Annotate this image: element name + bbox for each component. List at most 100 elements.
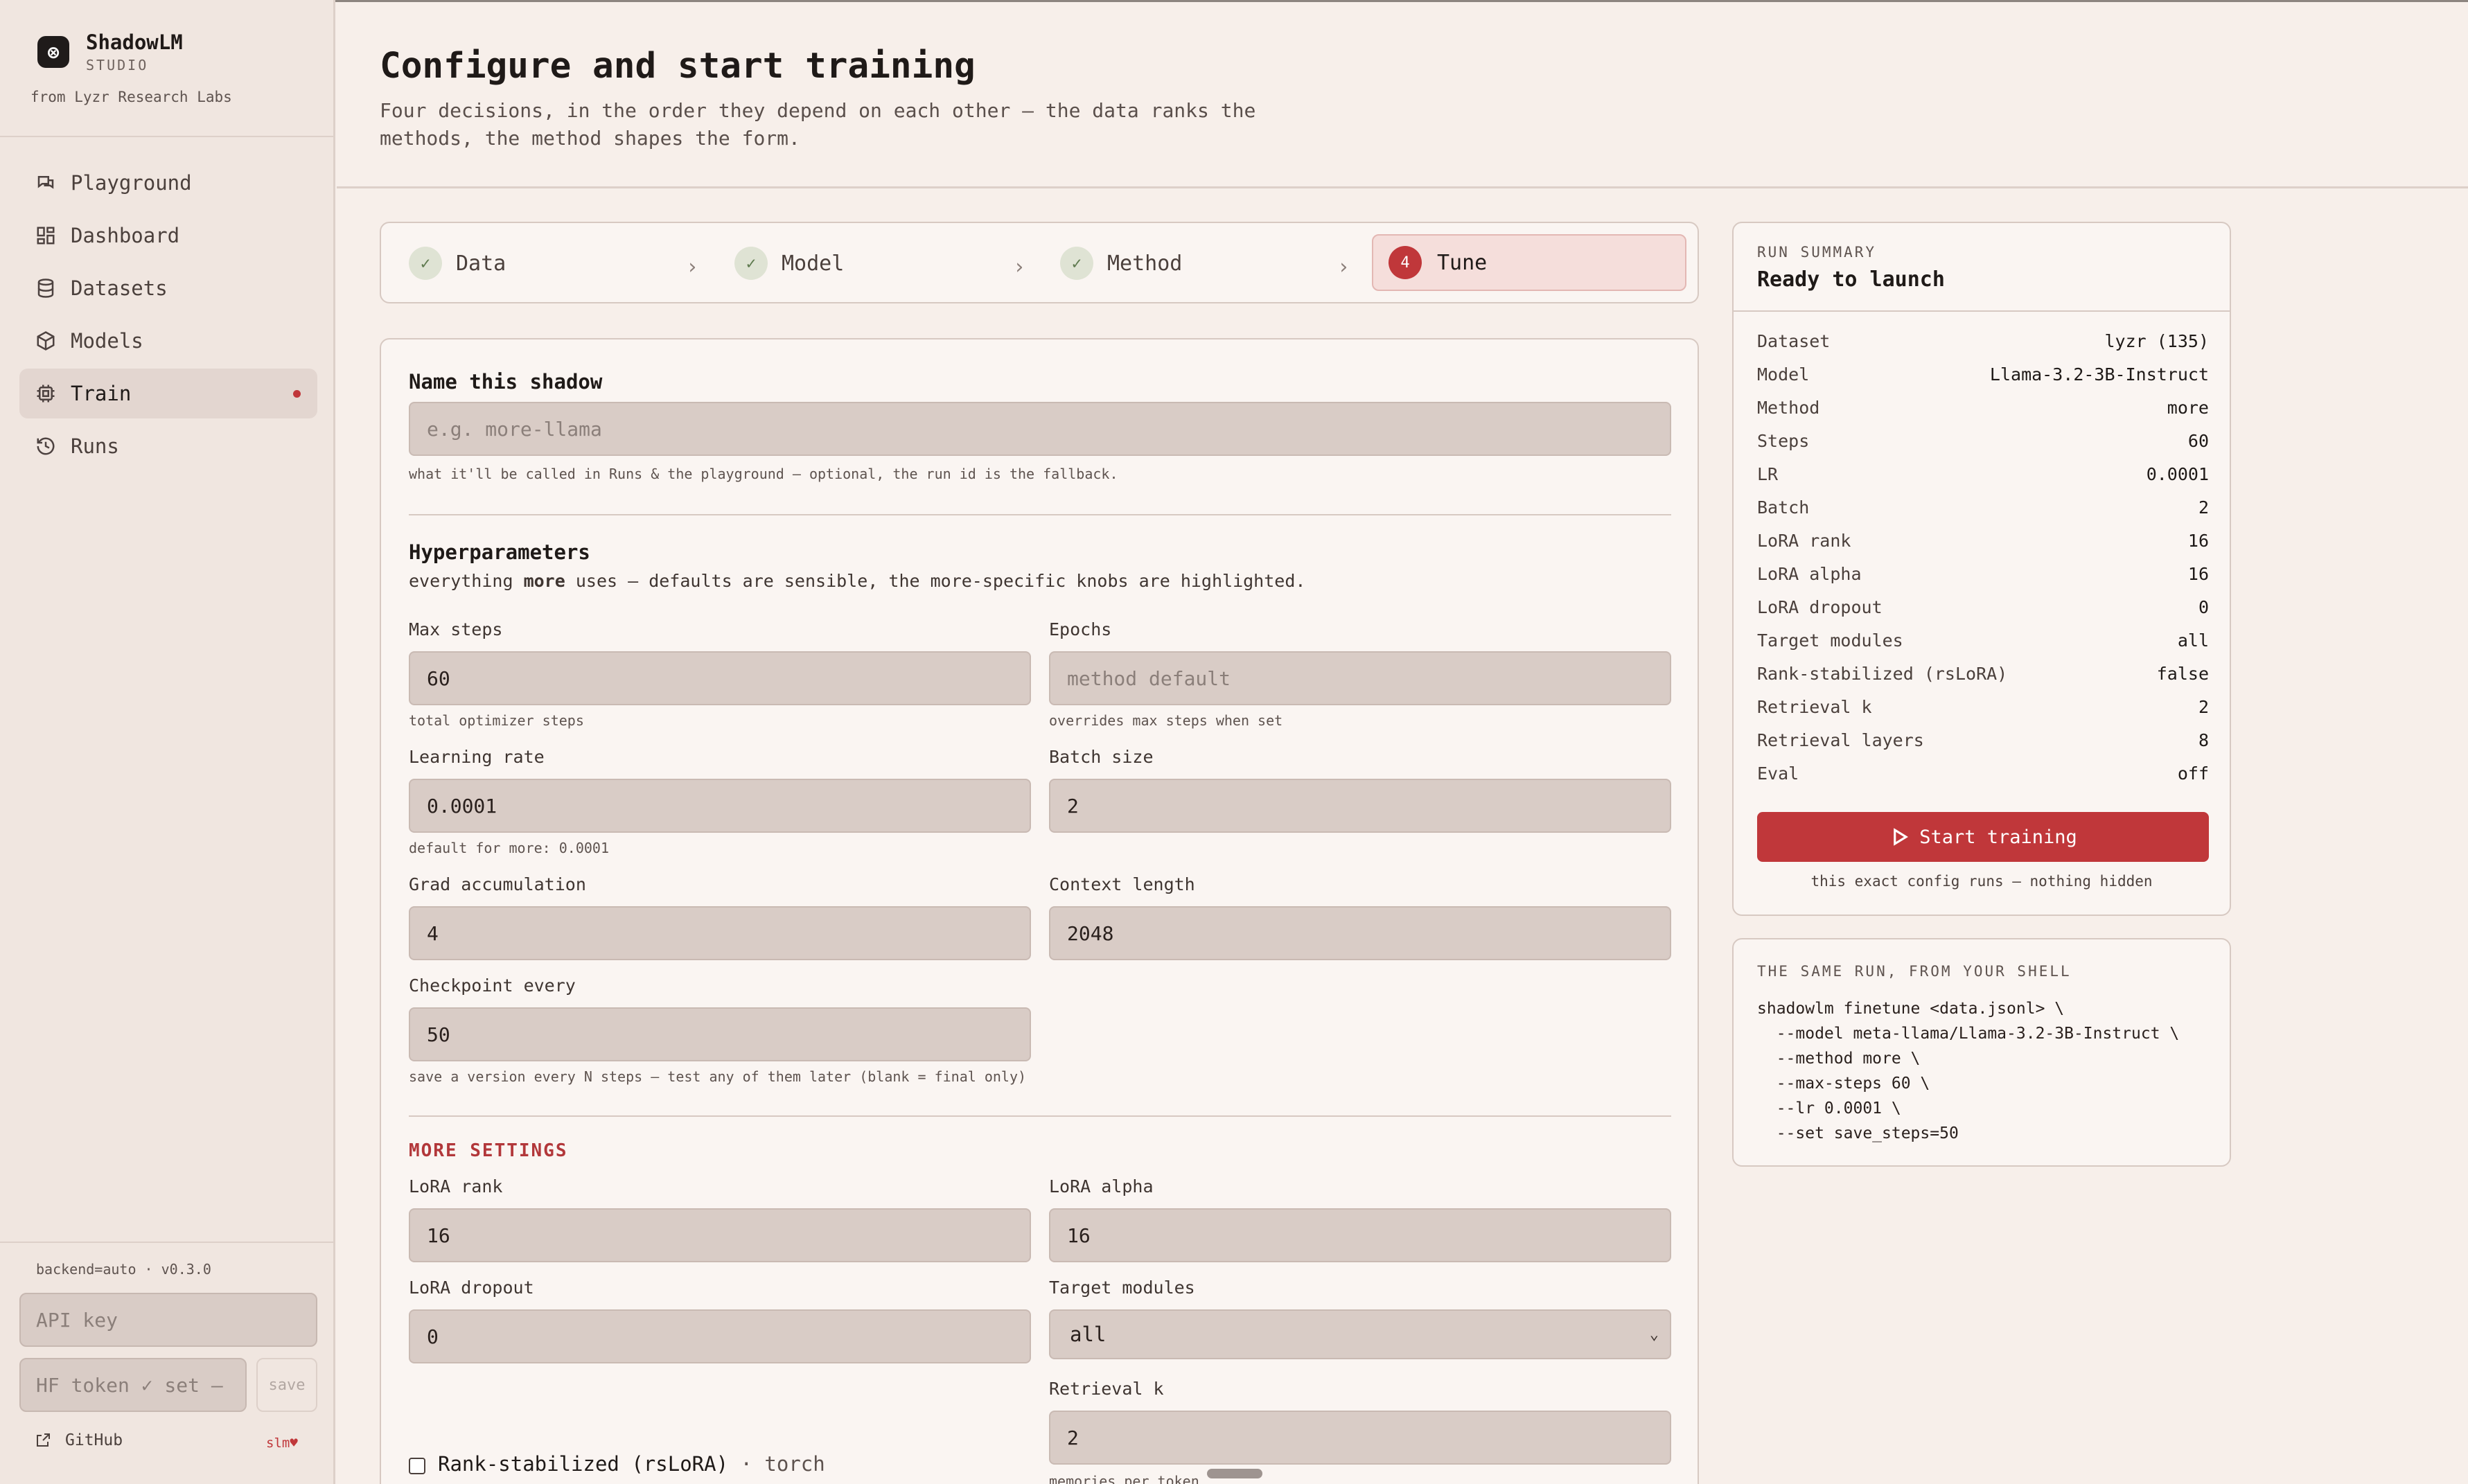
target-modules-select[interactable]: all ⌄: [1049, 1309, 1671, 1359]
checkpoint-label: Checkpoint every: [409, 975, 576, 996]
run-summary-card: RUN SUMMARY Ready to launch Dataset lyzr …: [1732, 222, 2231, 916]
summary-key: Retrieval layers: [1757, 730, 1924, 750]
sidebar-item-label: Runs: [71, 434, 119, 458]
start-training-button[interactable]: Start training: [1757, 812, 2209, 862]
lora-dropout-label: LoRA dropout: [409, 1278, 534, 1298]
summary-row-batch: Batch 2: [1757, 491, 2209, 524]
retrieval-k-hint: memories per token: [1049, 1473, 1199, 1484]
batch-size-input[interactable]: [1049, 779, 1671, 833]
retrieval-k-label: Retrieval k: [1049, 1379, 1164, 1399]
shadow-name-hint: what it'll be called in Runs & the playg…: [409, 466, 1118, 482]
desc-text: everything: [409, 571, 524, 591]
github-link[interactable]: GitHub: [35, 1431, 123, 1449]
summary-value: 0.0001: [2146, 463, 2209, 484]
rslora-label[interactable]: Rank-stabilized (rsLoRA) · torch: [438, 1452, 825, 1476]
grad-accumulation-label: Grad accumulation: [409, 874, 586, 894]
sidebar-item-train[interactable]: Train: [19, 369, 317, 418]
max-steps-input[interactable]: [409, 651, 1031, 705]
step-number-badge: 4: [1389, 246, 1422, 279]
summary-value: more: [2167, 397, 2209, 418]
lora-dropout-input[interactable]: [409, 1309, 1031, 1363]
summary-value: lyzr (135): [2104, 330, 2209, 351]
chip-icon: [35, 382, 57, 405]
summary-key: LoRA alpha: [1757, 563, 1862, 584]
rslora-backend-tag: · torch: [728, 1452, 825, 1476]
step-label: Model: [782, 251, 845, 276]
sidebar-item-dashboard[interactable]: Dashboard: [19, 211, 317, 260]
summary-note: this exact config runs — nothing hidden: [1810, 873, 2153, 890]
code-line: --max-steps 60 \: [1757, 1075, 1930, 1093]
lora-alpha-input[interactable]: [1049, 1208, 1671, 1262]
summary-key: Rank-stabilized (rsLoRA): [1757, 663, 2008, 684]
check-icon: ✓: [409, 247, 442, 280]
summary-row-retrieval-layers: Retrieval layers 8: [1757, 723, 2209, 757]
step-tune[interactable]: 4 Tune: [1372, 234, 1686, 291]
summary-value: Llama-3.2-3B-Instruct: [1989, 364, 2209, 385]
summary-key: Dataset: [1757, 330, 1831, 351]
sidebar-item-label: Dashboard: [71, 224, 180, 247]
chevron-down-icon: ⌄: [1649, 1326, 1659, 1343]
history-icon: [35, 435, 57, 457]
summary-value: 2: [2198, 497, 2209, 518]
sidebar-item-models[interactable]: Models: [19, 316, 317, 366]
batch-size-label: Batch size: [1049, 747, 1154, 767]
summary-key: LoRA dropout: [1757, 597, 1883, 617]
method-name: more: [523, 571, 565, 591]
epochs-input[interactable]: [1049, 651, 1671, 705]
app-subtitle: STUDIO: [86, 57, 149, 73]
checkpoint-hint: save a version every N steps — test any …: [409, 1068, 1027, 1085]
epochs-label: Epochs: [1049, 619, 1112, 639]
rslora-checkbox[interactable]: [409, 1458, 425, 1474]
sidebar-item-label: Playground: [71, 171, 192, 195]
summary-value: 2: [2198, 696, 2209, 717]
summary-key: Retrieval k: [1757, 696, 1872, 717]
code-line: --set save_steps=50: [1757, 1124, 1959, 1142]
summary-row-model: Model Llama-3.2-3B-Instruct: [1757, 357, 2209, 391]
step-method[interactable]: ✓ Method: [1060, 236, 1182, 291]
sidebar-item-label: Datasets: [71, 276, 168, 300]
summary-row-lora-dropout: LoRA dropout 0: [1757, 590, 2209, 624]
sidebar-item-datasets[interactable]: Datasets: [19, 263, 317, 313]
sidebar: ⊗ ShadowLM STUDIO from Lyzr Research Lab…: [0, 0, 335, 1484]
context-length-input[interactable]: [1049, 906, 1671, 960]
step-label: Method: [1107, 251, 1183, 276]
step-model[interactable]: ✓ Model: [734, 236, 844, 291]
sidebar-item-label: Train: [71, 382, 132, 405]
shell-code-block[interactable]: shadowlm finetune <data.jsonl> \ --model…: [1757, 996, 2179, 1146]
scroll-handle[interactable]: [1207, 1469, 1262, 1478]
hf-token-input[interactable]: [19, 1358, 247, 1412]
tune-form: Name this shadow what it'll be called in…: [380, 338, 1699, 1484]
save-button[interactable]: save: [256, 1358, 317, 1412]
shadowlm-logo-icon: ⊗: [37, 36, 69, 68]
sidebar-item-playground[interactable]: Playground: [19, 158, 317, 208]
step-label: Tune: [1437, 250, 1488, 275]
shadow-name-input[interactable]: [409, 402, 1671, 456]
summary-row-target-modules: Target modules all: [1757, 624, 2209, 657]
checkpoint-input[interactable]: [409, 1007, 1031, 1061]
lora-rank-input[interactable]: [409, 1208, 1031, 1262]
summary-key: Target modules: [1757, 630, 1903, 651]
sidebar-divider: [0, 136, 333, 137]
sidebar-nav: Playground Dashboard Datasets Models Tra…: [19, 158, 317, 474]
sidebar-item-runs[interactable]: Runs: [19, 421, 317, 471]
summary-key: LoRA rank: [1757, 530, 1851, 551]
slm-badge: slm♥: [266, 1436, 298, 1451]
retrieval-k-input[interactable]: [1049, 1411, 1671, 1465]
github-label: GitHub: [65, 1431, 123, 1449]
api-key-input[interactable]: [19, 1293, 317, 1347]
summary-row-dataset: Dataset lyzr (135): [1757, 324, 2209, 357]
summary-key: Batch: [1757, 497, 1810, 518]
step-data[interactable]: ✓ Data: [409, 236, 506, 291]
brand[interactable]: ⊗ ShadowLM STUDIO: [37, 30, 183, 73]
play-icon: [1894, 828, 1909, 846]
lora-rank-label: LoRA rank: [409, 1176, 503, 1196]
hyperparameters-title: Hyperparameters: [409, 540, 590, 564]
max-steps-label: Max steps: [409, 619, 503, 639]
grad-accumulation-input[interactable]: [409, 906, 1031, 960]
summary-value: 16: [2187, 530, 2209, 551]
epochs-hint: overrides max steps when set: [1049, 712, 1283, 729]
dashboard-icon: [35, 224, 57, 247]
learning-rate-input[interactable]: [409, 779, 1031, 833]
summary-value: 60: [2187, 430, 2209, 451]
section-divider: [409, 1115, 1671, 1117]
